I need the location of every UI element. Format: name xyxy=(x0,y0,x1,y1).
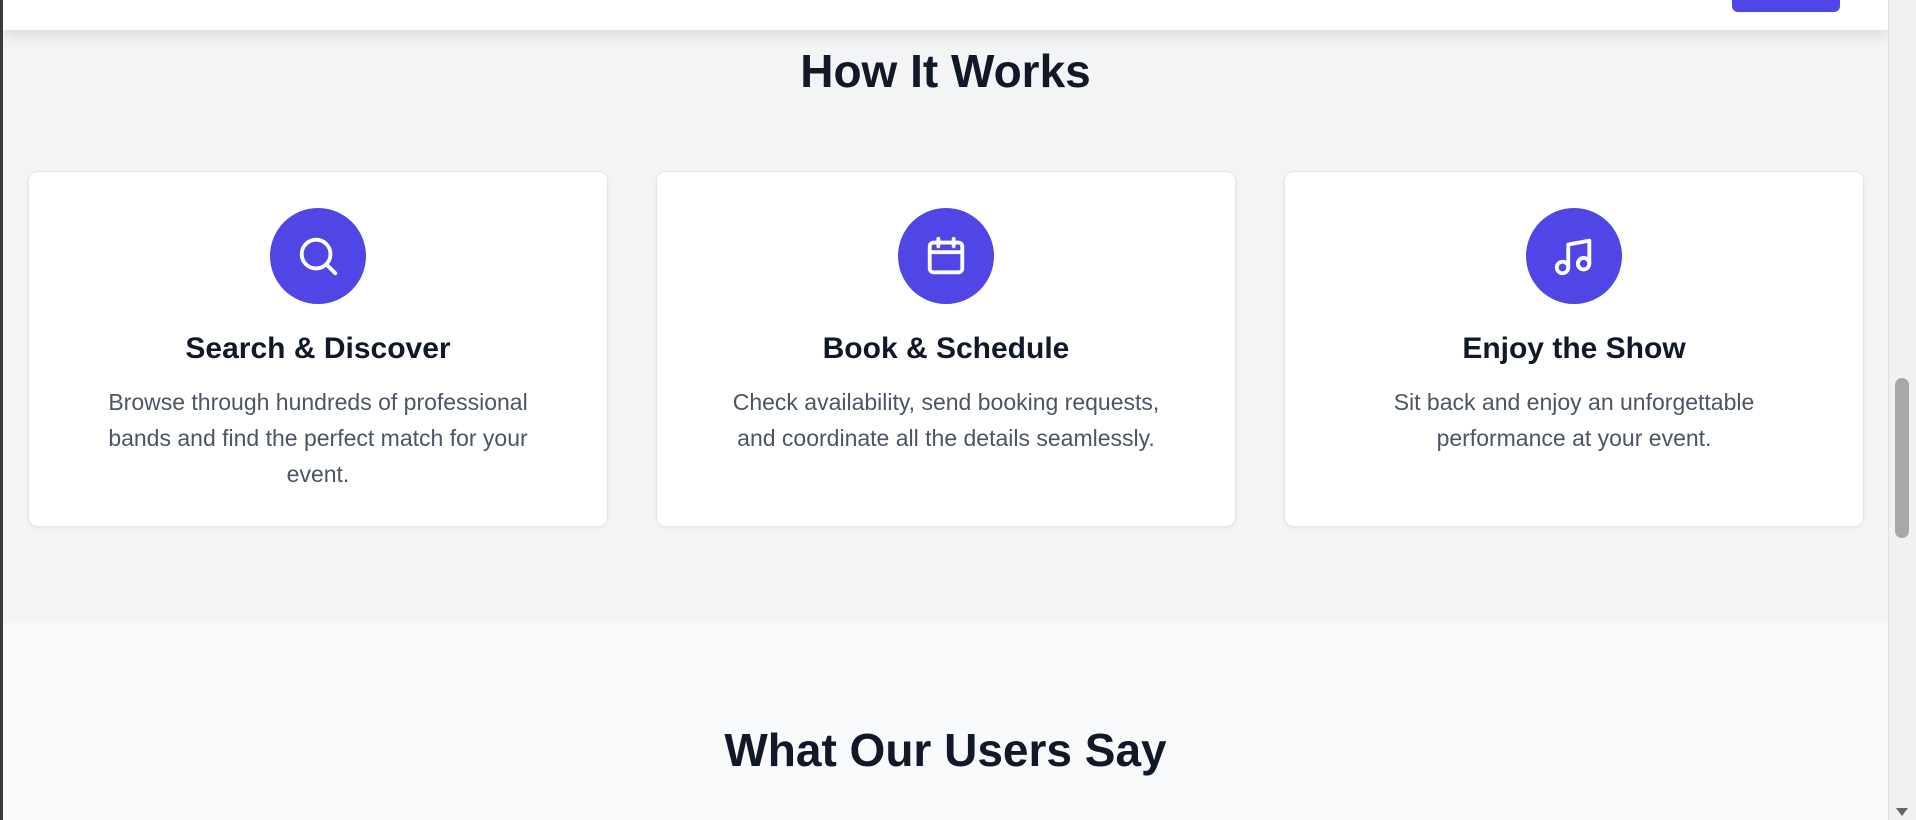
testimonials-title: What Our Users Say xyxy=(724,724,1167,776)
header-cta-button[interactable] xyxy=(1732,0,1840,12)
step-icon-badge xyxy=(898,208,994,304)
calendar-icon xyxy=(927,236,965,275)
step-description: Check availability, send booking request… xyxy=(732,389,1160,451)
search-icon xyxy=(299,237,338,276)
vertical-scrollbar[interactable] xyxy=(1888,0,1916,820)
step-description: Sit back and enjoy an unforgettable perf… xyxy=(1393,389,1755,451)
site-header xyxy=(3,0,1888,30)
scrollbar-thumb[interactable] xyxy=(1895,378,1909,538)
page-viewport: How It Works Search & Discover Browse th… xyxy=(0,0,1888,820)
testimonials-section: What Our Users Say xyxy=(3,623,1888,820)
step-title: Enjoy the Show xyxy=(1462,332,1686,365)
music-note-icon xyxy=(1554,238,1592,276)
step-icon-badge xyxy=(1526,208,1622,304)
step-icon-badge xyxy=(270,208,366,304)
step-title: Book & Schedule xyxy=(822,332,1070,365)
step-description: Browse through hundreds of professional … xyxy=(108,389,528,487)
step-card-search: Search & Discover Browse through hundred… xyxy=(28,171,608,527)
step-card-book: Book & Schedule Check availability, send… xyxy=(656,171,1236,527)
step-title: Search & Discover xyxy=(185,332,451,365)
how-it-works-title: How It Works xyxy=(800,45,1091,97)
step-card-enjoy: Enjoy the Show Sit back and enjoy an unf… xyxy=(1284,171,1864,527)
scroll-down-arrow-icon[interactable] xyxy=(1896,808,1908,816)
how-it-works-section: How It Works Search & Discover Browse th… xyxy=(3,0,1888,623)
